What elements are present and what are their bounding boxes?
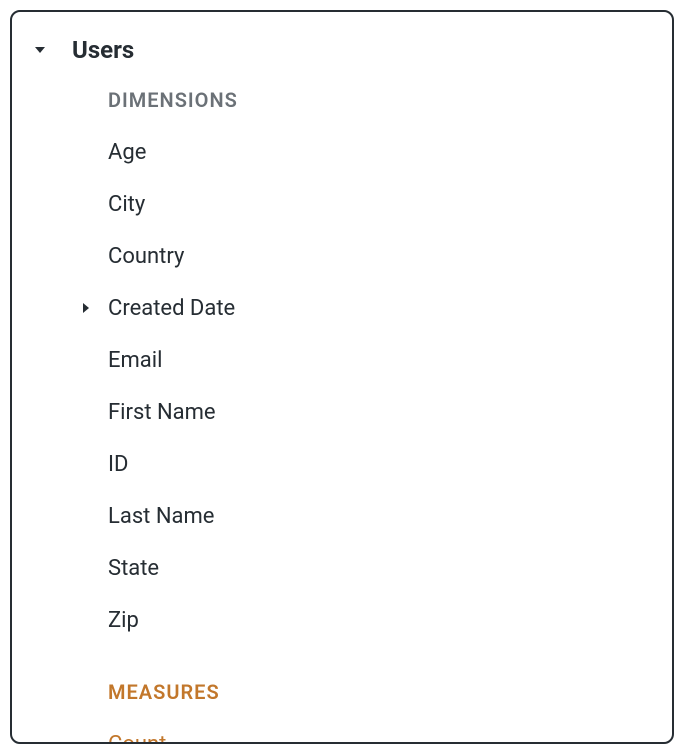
dimension-label: State [108, 556, 159, 581]
dimension-label: Last Name [108, 504, 214, 529]
measures-list: Count [108, 718, 652, 744]
dimensions-list: Age City Country Created Date Email First Nam… [108, 126, 652, 646]
dimension-field[interactable]: Zip [108, 594, 652, 646]
caret-right-icon [72, 302, 100, 314]
dimension-field[interactable]: City [108, 178, 652, 230]
view-title: Users [72, 36, 134, 64]
dimension-label: City [108, 192, 145, 217]
dimension-label: ID [108, 452, 128, 477]
dimensions-header: DIMENSIONS [108, 88, 652, 112]
view-content: DIMENSIONS Age City Country Created Date Ema… [32, 88, 652, 744]
dimension-label: Zip [108, 608, 139, 633]
dimension-field[interactable]: Age [108, 126, 652, 178]
dimension-label: Email [108, 348, 162, 373]
dimension-field[interactable]: Last Name [108, 490, 652, 542]
dimension-label: Country [108, 244, 184, 269]
field-picker-panel: Users DIMENSIONS Age City Country Created D… [10, 10, 674, 744]
measure-field[interactable]: Count [108, 718, 652, 744]
dimension-label: Age [108, 140, 146, 165]
measure-label: Count [108, 732, 166, 745]
view-header[interactable]: Users [32, 36, 652, 64]
dimension-label: Created Date [108, 296, 235, 321]
dimension-field[interactable]: Country [108, 230, 652, 282]
dimension-label: First Name [108, 400, 216, 425]
dimension-field[interactable]: Created Date [108, 282, 652, 334]
dimension-field[interactable]: Email [108, 334, 652, 386]
caret-down-icon [32, 42, 60, 58]
dimension-field[interactable]: State [108, 542, 652, 594]
dimension-field[interactable]: ID [108, 438, 652, 490]
dimension-field[interactable]: First Name [108, 386, 652, 438]
measures-header: MEASURES [108, 680, 652, 704]
